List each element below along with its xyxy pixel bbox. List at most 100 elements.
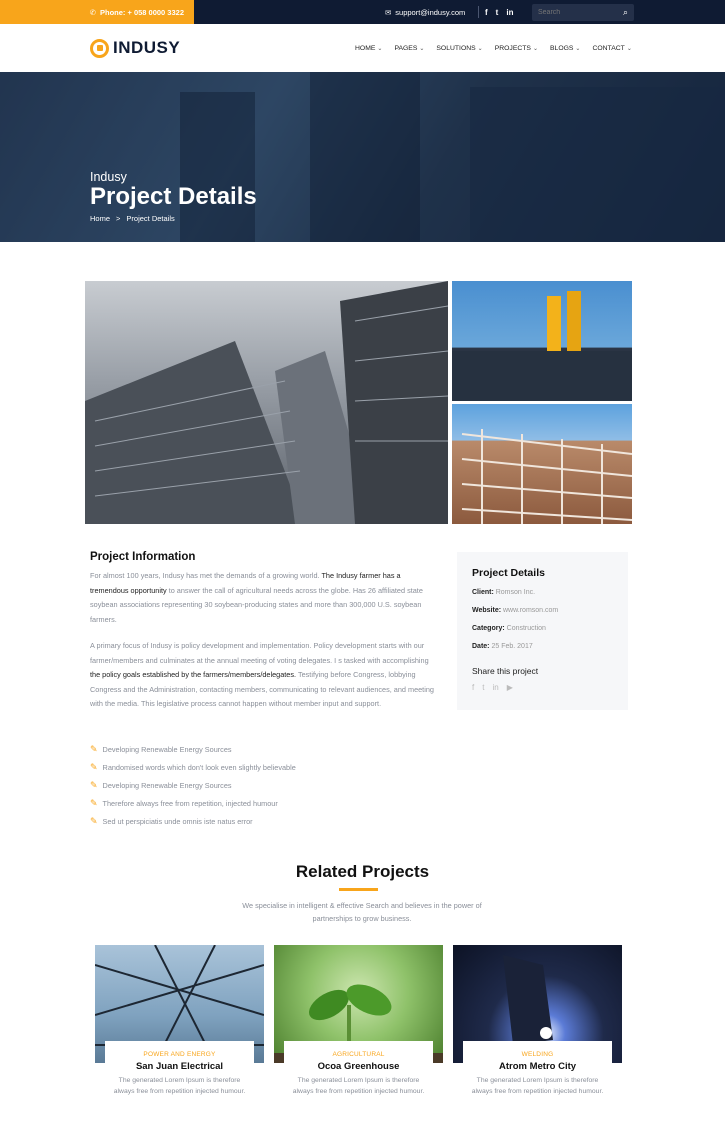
project-image-main (85, 281, 448, 524)
list-item: ✎ Sed ut perspiciatis unde omnis iste nat… (90, 812, 296, 830)
project-description: The generated Lorem Ipsum is therefore a… (471, 1077, 604, 1095)
facebook-icon[interactable]: f (485, 8, 488, 17)
phone-icon: ✆ (89, 7, 96, 17)
twitter-icon[interactable]: t (496, 8, 499, 17)
project-category: WELDING (521, 1051, 554, 1058)
menu-item-blogs[interactable]: BLOGS ⌄ (550, 45, 580, 52)
chevron-down-icon: ⌄ (626, 45, 632, 52)
menu-label: PAGES (394, 44, 418, 52)
list-item-text: Developing Renewable Energy Sources (102, 744, 232, 754)
page-title: Project Details (90, 183, 257, 210)
list-item: ✎ Developing Renewable Energy Sources (90, 740, 296, 758)
related-project-card[interactable]: AGRICULTURAL Ocoa Greenhouse The generat… (274, 945, 443, 1125)
breadcrumb-separator: > (116, 214, 121, 223)
phone-info: ✆ Phone: + 058 0000 3322 (0, 0, 194, 24)
detail-date: Date: 25 Feb. 2017 (472, 643, 533, 650)
construction-frame-illustration (461, 429, 632, 524)
banner-subtitle: Indusy (90, 170, 127, 184)
main-navbar: INDUSY HOME ⌄ PAGES ⌄ SOLUTIONS ⌄ PROJECTS ⌄… (0, 24, 725, 72)
email-link[interactable]: ✉ support@indusy.com (385, 0, 465, 24)
project-details-card: Project Details Client: Romson Inc. Webs… (457, 552, 628, 710)
breadcrumb: Home > Project Details (90, 214, 175, 223)
detail-value: 25 Feb. 2017 (491, 643, 533, 650)
project-description: The generated Lorem Ipsum is therefore a… (292, 1077, 425, 1095)
twitter-icon[interactable]: t (482, 683, 484, 692)
heading-underline (339, 888, 378, 891)
project-name[interactable]: Atrom Metro City (463, 1061, 612, 1072)
logo-text: INDUSY (113, 38, 181, 57)
menu-label: CONTACT (592, 44, 625, 52)
project-name[interactable]: Ocoa Greenhouse (284, 1061, 433, 1072)
project-name[interactable]: San Juan Electrical (105, 1061, 254, 1072)
list-item-text: Therefore always free from repetition, i… (102, 798, 278, 808)
card-body: WELDING Atrom Metro City The generated L… (463, 1041, 612, 1125)
skyscraper-illustration (85, 281, 448, 524)
detail-client: Client: Romson Inc. (472, 589, 535, 596)
project-information-heading: Project Information (90, 551, 196, 563)
menu-item-solutions[interactable]: SOLUTIONS ⌄ (436, 45, 482, 52)
project-image-top-right (452, 281, 632, 401)
chevron-down-icon: ⌄ (532, 45, 538, 52)
feature-checklist: ✎ Developing Renewable Energy Sources ✎ Ra… (90, 740, 296, 830)
share-icons: f t in ▶ (472, 683, 513, 692)
breadcrumb-current: Project Details (126, 214, 175, 223)
chevron-down-icon: ⌄ (575, 45, 581, 52)
menu-label: BLOGS (550, 44, 574, 52)
logo-icon (90, 38, 109, 58)
chevron-down-icon: ⌄ (477, 45, 483, 52)
facebook-icon[interactable]: f (472, 683, 474, 692)
search-input[interactable] (538, 9, 616, 16)
phone-text: Phone: + 058 0000 3322 (99, 7, 184, 17)
share-heading: Share this project (472, 666, 539, 676)
linkedin-icon[interactable]: in (506, 8, 513, 17)
detail-label: Website: (472, 607, 502, 614)
menu-item-pages[interactable]: PAGES ⌄ (394, 45, 424, 52)
detail-value[interactable]: www.romson.com (503, 607, 558, 614)
edit-check-icon: ✎ (90, 797, 98, 808)
edit-check-icon: ✎ (90, 743, 98, 754)
project-image-bottom-right (452, 404, 632, 524)
detail-label: Category: (472, 625, 505, 632)
chevron-down-icon: ⌄ (419, 45, 425, 52)
youtube-icon[interactable]: ▶ (507, 683, 513, 692)
list-item-text: Sed ut perspiciatis unde omnis iste natu… (102, 816, 253, 826)
details-heading: Project Details (472, 567, 545, 579)
menu-label: HOME (355, 44, 376, 52)
detail-label: Date: (472, 643, 490, 650)
project-category: AGRICULTURAL (332, 1051, 385, 1058)
list-item: ✎ Randomised words which don't look even … (90, 758, 296, 776)
search-icon[interactable]: ⌕ (623, 7, 628, 18)
top-bar: ✆ Phone: + 058 0000 3322 ✉ support@indus… (0, 0, 725, 24)
info-paragraph-2: A primary focus of Indusy is policy deve… (90, 639, 440, 712)
related-project-card[interactable]: WELDING Atrom Metro City The generated L… (453, 945, 622, 1125)
related-projects-heading: Related Projects (295, 862, 430, 881)
detail-category: Category: Construction (472, 625, 546, 632)
menu-label: PROJECTS (494, 44, 531, 52)
menu-item-home[interactable]: HOME ⌄ (355, 45, 382, 52)
social-links: f t in (485, 0, 513, 24)
linkedin-icon[interactable]: in (492, 683, 498, 692)
edit-check-icon: ✎ (90, 779, 98, 790)
email-text: support@indusy.com (395, 7, 466, 17)
text: A primary focus of Indusy is policy deve… (90, 641, 429, 665)
project-description: The generated Lorem Ipsum is therefore a… (113, 1077, 246, 1095)
related-project-card[interactable]: POWER AND ENERGY San Juan Electrical The… (94, 944, 265, 1125)
yellow-structure-illustration (452, 291, 632, 401)
page-header-banner: Indusy Project Details Home > Project De… (0, 72, 725, 242)
edit-check-icon: ✎ (90, 761, 98, 772)
menu-label: SOLUTIONS (436, 44, 476, 52)
list-item: ✎ Therefore always free from repetition, … (90, 794, 296, 812)
divider (478, 6, 479, 18)
menu-item-contact[interactable]: CONTACT ⌄ (592, 45, 631, 52)
text: For almost 100 years, Indusy has met the… (90, 571, 322, 580)
highlight-text: the policy goals established by the farm… (90, 670, 297, 679)
list-item-text: Randomised words which don't look even s… (102, 762, 296, 772)
menu-item-projects[interactable]: PROJECTS ⌄ (495, 45, 538, 52)
detail-value: Construction (506, 625, 546, 632)
project-category: POWER AND ENERGY (143, 1051, 216, 1058)
breadcrumb-home[interactable]: Home (90, 214, 110, 223)
search-box: ⌕ (532, 4, 634, 21)
info-paragraph-1: For almost 100 years, Indusy has met the… (90, 569, 440, 627)
card-body: POWER AND ENERGY San Juan Electrical The… (105, 1041, 254, 1125)
logo[interactable]: INDUSY (90, 38, 180, 58)
